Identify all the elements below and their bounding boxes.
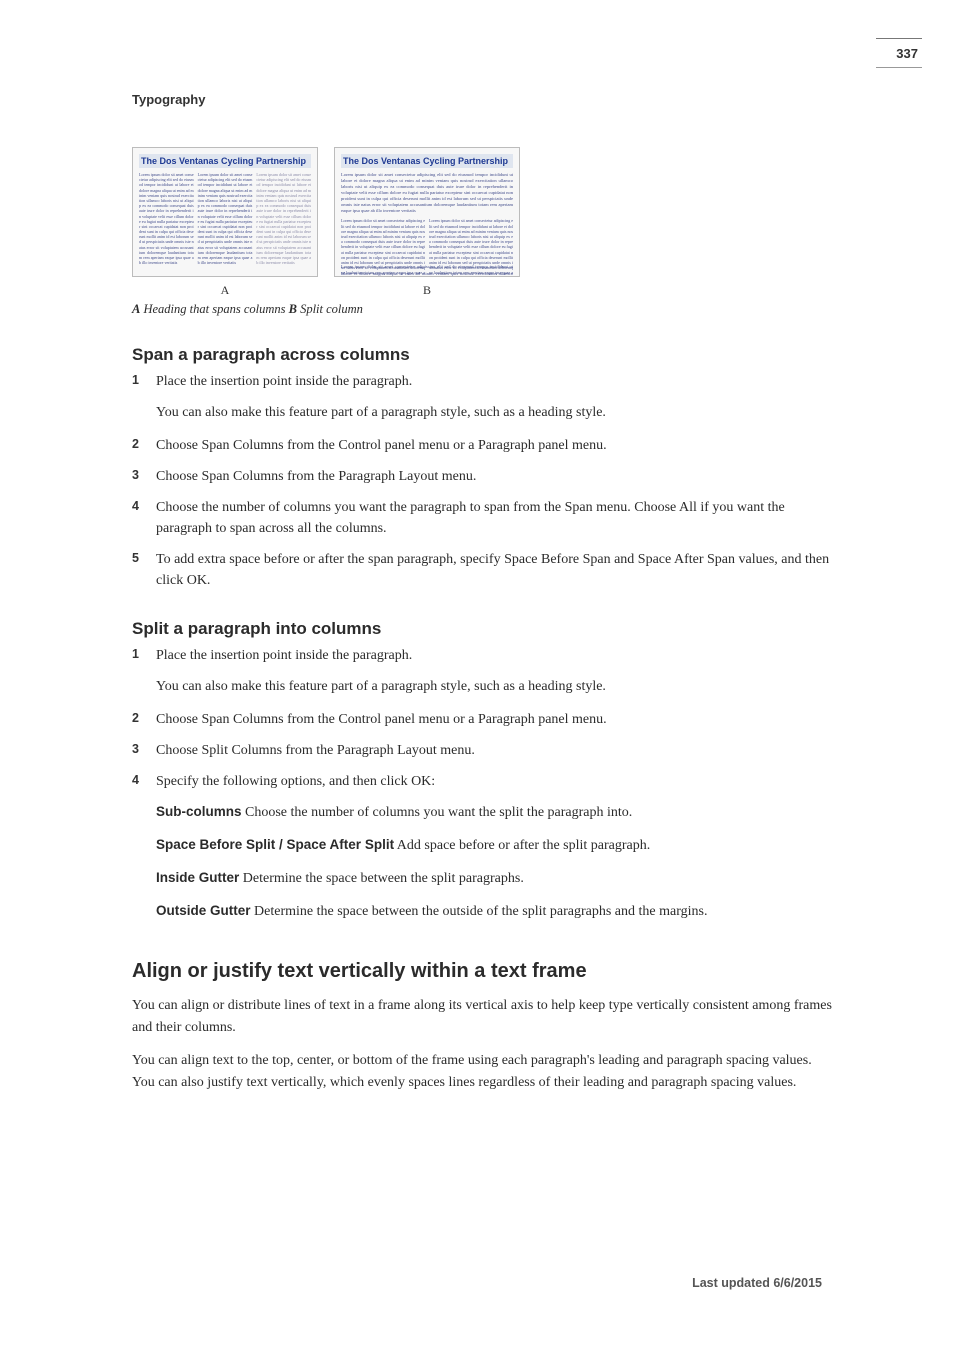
heading-split: Split a paragraph into columns	[132, 619, 832, 639]
step-text: Choose Split Columns from the Paragraph …	[156, 740, 475, 761]
greek-text: Lorem ipsum dolor sit amet consectetur a…	[198, 172, 253, 265]
step: 1 Place the insertion point inside the p…	[132, 645, 832, 666]
paragraph: You can align text to the top, center, o…	[132, 1050, 832, 1093]
illustration-letters: A B	[132, 283, 832, 298]
step-note: You can also make this feature part of a…	[156, 676, 832, 697]
running-head: Typography	[132, 92, 832, 107]
option-text: Add space before or after the split para…	[394, 838, 650, 853]
step-text: Choose the number of columns you want th…	[156, 497, 832, 539]
option-text: Determine the space between the outside …	[251, 904, 708, 919]
option-text: Determine the space between the split pa…	[239, 871, 524, 886]
step-text: To add extra space before or after the s…	[156, 549, 832, 591]
step-text: Choose Span Columns from the Paragraph L…	[156, 466, 476, 487]
step: 1 Place the insertion point inside the p…	[132, 371, 832, 392]
step: 4 Specify the following options, and the…	[132, 771, 832, 792]
illustration-b: The Dos Ventanas Cycling Partnership Lor…	[334, 147, 520, 277]
option-text: Choose the number of columns you want th…	[242, 805, 633, 820]
greek-text: Lorem ipsum dolor sit amet consectetur a…	[256, 172, 311, 265]
step-text: Choose Span Columns from the Control pan…	[156, 709, 607, 730]
illustration-row: The Dos Ventanas Cycling Partnership Lor…	[132, 147, 832, 277]
step-text: Specify the following options, and then …	[156, 771, 435, 792]
caption-a-text: Heading that spans columns	[140, 302, 288, 316]
step-note: You can also make this feature part of a…	[156, 402, 832, 423]
paragraph: You can align or distribute lines of tex…	[132, 995, 832, 1038]
greek-text: Lorem ipsum dolor sit amet consectetur a…	[341, 172, 513, 214]
greek-text: Lorem ipsum dolor sit amet consectetur a…	[341, 264, 513, 277]
heading-span: Span a paragraph across columns	[132, 345, 832, 365]
heading-align: Align or justify text vertically within …	[132, 960, 832, 983]
step-text: Place the insertion point inside the par…	[156, 645, 412, 666]
illus-b-title: The Dos Ventanas Cycling Partnership	[341, 154, 513, 168]
step-text: Place the insertion point inside the par…	[156, 371, 412, 392]
page-number: 337	[896, 46, 918, 61]
illus-a-title: The Dos Ventanas Cycling Partnership	[139, 154, 311, 168]
caption-b-text: Split column	[297, 302, 363, 316]
step-number: 1	[132, 371, 156, 392]
option-row: Sub-columns Choose the number of columns…	[156, 802, 832, 823]
page: 337 Typography The Dos Ventanas Cycling …	[0, 0, 954, 1350]
caption-b-bold: B	[289, 302, 297, 316]
step-number: 3	[132, 740, 156, 761]
step-number: 1	[132, 645, 156, 666]
option-row: Space Before Split / Space After Split A…	[156, 835, 832, 856]
illustration-caption: A Heading that spans columns B Split col…	[132, 302, 832, 317]
step-text: Choose Span Columns from the Control pan…	[156, 435, 607, 456]
option-row: Outside Gutter Determine the space betwe…	[156, 901, 832, 922]
option-label: Sub-columns	[156, 804, 242, 819]
option-label: Outside Gutter	[156, 903, 251, 918]
step: 3 Choose Span Columns from the Paragraph…	[132, 466, 832, 487]
option-row: Inside Gutter Determine the space betwee…	[156, 868, 832, 889]
option-label: Inside Gutter	[156, 870, 239, 885]
step-number: 4	[132, 771, 156, 792]
step: 2 Choose Span Columns from the Control p…	[132, 435, 832, 456]
content-area: Typography The Dos Ventanas Cycling Part…	[132, 92, 832, 1106]
step: 5 To add extra space before or after the…	[132, 549, 832, 591]
step-number: 4	[132, 497, 156, 539]
step: 4 Choose the number of columns you want …	[132, 497, 832, 539]
illustration-a: The Dos Ventanas Cycling Partnership Lor…	[132, 147, 318, 277]
step-number: 2	[132, 435, 156, 456]
step-number: 5	[132, 549, 156, 591]
step-number: 3	[132, 466, 156, 487]
page-number-box: 337	[876, 38, 922, 68]
greek-text: Lorem ipsum dolor sit amet consectetur a…	[139, 172, 194, 265]
step-number: 2	[132, 709, 156, 730]
option-label: Space Before Split / Space After Split	[156, 837, 394, 852]
step: 3 Choose Split Columns from the Paragrap…	[132, 740, 832, 761]
letter-a: A	[132, 283, 318, 298]
footer-last-updated: Last updated 6/6/2015	[692, 1276, 822, 1290]
step: 2 Choose Span Columns from the Control p…	[132, 709, 832, 730]
letter-b: B	[334, 283, 520, 298]
